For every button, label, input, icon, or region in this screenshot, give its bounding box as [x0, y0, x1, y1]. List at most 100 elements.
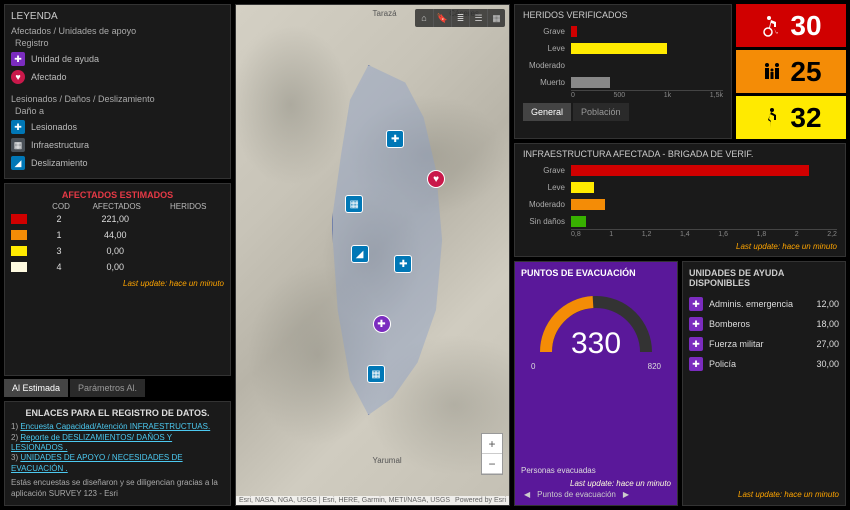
- table-row: 40,00: [11, 259, 224, 275]
- gauge: 330: [531, 282, 661, 362]
- gauge-value: 330: [531, 327, 661, 361]
- bar-row: Leve: [523, 182, 837, 193]
- zoom-in-button[interactable]: +: [482, 434, 502, 454]
- stat-cards: 30 25 32: [736, 4, 846, 139]
- estimados-panel: AFECTADOS ESTIMADOS CODAFECTADOSHERIDOS …: [4, 183, 231, 376]
- bar-label: Sin daños: [523, 217, 565, 226]
- bar-fill: [571, 216, 586, 227]
- gauge-sublabel: Personas evacuadas: [521, 466, 671, 475]
- injured-icon: ✚: [11, 120, 25, 134]
- legend-item: ♥Afectado: [11, 68, 224, 86]
- unit-icon: ✚: [689, 357, 703, 371]
- group2-title: Lesionados / Daños / Deslizamiento: [11, 94, 224, 104]
- unit-icon: ✚: [689, 337, 703, 351]
- legend-item: ▦Infraestructura: [11, 136, 224, 154]
- legend-icon[interactable]: ☰: [469, 9, 487, 27]
- link-unidades[interactable]: UNIDADES DE APOYO / NECESIDADES DE EVACU…: [11, 453, 183, 472]
- tab-general[interactable]: General: [523, 103, 571, 121]
- legend-title: LEYENDA: [11, 11, 224, 22]
- links-panel: ENLACES PARA EL REGISTRO DE DATOS. 1) En…: [4, 401, 231, 506]
- flag-icon: [11, 262, 27, 272]
- bar-fill: [571, 199, 605, 210]
- heart-icon: ♥: [11, 70, 25, 84]
- stat-walking: 32: [736, 96, 846, 139]
- unit-row: ✚Fuerza militar27,00: [689, 334, 839, 354]
- bar-row: Leve: [523, 43, 723, 54]
- bar-row: Grave: [523, 165, 837, 176]
- link-encuesta[interactable]: Encuesta Capacidad/Atención INFRAESTRUCT…: [20, 422, 210, 431]
- flag-icon: [11, 246, 27, 256]
- est-tabs: Al Estimada Parámetros Al.: [4, 379, 231, 397]
- unit-icon: ✚: [11, 52, 25, 66]
- legend-item: ✚Unidad de ayuda: [11, 50, 224, 68]
- link-reporte[interactable]: Reporte de DESLIZAMIENTOS/ DAÑOS Y LESIO…: [11, 433, 172, 452]
- next-button[interactable]: ▶: [620, 490, 632, 499]
- bar-fill: [571, 77, 610, 88]
- map-toolbar: ⌂ 🔖 ≣ ☰ ▦: [415, 9, 505, 27]
- group1-title: Afectados / Unidades de apoyo: [11, 26, 224, 36]
- landslide-icon: ◢: [11, 156, 25, 170]
- bar-fill: [571, 165, 809, 176]
- bookmark-icon[interactable]: 🔖: [433, 9, 451, 27]
- map-pin-landslide[interactable]: ◢: [351, 245, 369, 263]
- bar-row: Muerto: [523, 77, 723, 88]
- map-label: Tarazá: [373, 9, 397, 18]
- flag-icon: [11, 214, 27, 224]
- heridos-chart: HERIDOS VERIFICADOS Grave Leve Moderado Mue…: [514, 4, 732, 139]
- unit-row: ✚Adminis. emergencia12,00: [689, 294, 839, 314]
- stat-families: 25: [736, 50, 846, 93]
- update-text: Last update: hace un minuto: [523, 242, 837, 251]
- units-title: UNIDADES DE AYUDA DISPONIBLES: [689, 268, 839, 288]
- infra-chart: INFRAESTRUCTURA AFECTADA - Brigada de ve…: [514, 143, 846, 257]
- map-pin-injured[interactable]: ✚: [394, 255, 412, 273]
- basemap-icon[interactable]: ▦: [487, 9, 505, 27]
- stat-injured: 30: [736, 4, 846, 47]
- bar-label: Grave: [523, 27, 565, 36]
- bar-label: Moderado: [523, 200, 565, 209]
- table-row: 30,00: [11, 243, 224, 259]
- bar-row: Moderado: [523, 60, 723, 71]
- unit-row: ✚Policía30,00: [689, 354, 839, 374]
- chart-title: HERIDOS VERIFICADOS: [523, 10, 723, 20]
- unit-icon: ✚: [689, 297, 703, 311]
- building-icon: ▦: [11, 138, 25, 152]
- bar-label: Grave: [523, 166, 565, 175]
- unit-icon: ✚: [689, 317, 703, 331]
- map-attribution: Esri, NASA, NGA, USGS | Esri, HERE, Garm…: [236, 496, 509, 505]
- map-canvas[interactable]: Tarazá Cáceres Yarumal ⌂ 🔖 ≣ ☰ ▦ ✚ ♥ ▦ ◢…: [235, 4, 510, 506]
- tab-poblacion[interactable]: Población: [573, 103, 629, 121]
- zoom-out-button[interactable]: −: [482, 454, 502, 474]
- layers-icon[interactable]: ≣: [451, 9, 469, 27]
- bar-fill: [571, 43, 667, 54]
- map-pin[interactable]: ▦: [345, 195, 363, 213]
- map-pin[interactable]: ▦: [367, 365, 385, 383]
- update-text: Last update: hace un minuto: [689, 490, 839, 499]
- chart-title: INFRAESTRUCTURA AFECTADA - Brigada de ve…: [523, 149, 837, 159]
- group1-sub: Registro: [15, 38, 224, 48]
- home-icon[interactable]: ⌂: [415, 9, 433, 27]
- table-row: 144,00: [11, 227, 224, 243]
- bar-fill: [571, 26, 577, 37]
- estimados-header: CODAFECTADOSHERIDOS: [11, 202, 224, 211]
- family-icon: [760, 60, 784, 84]
- group2-sub: Daño a: [15, 106, 224, 116]
- bar-label: Muerto: [523, 78, 565, 87]
- links-title: ENLACES PARA EL REGISTRO DE DATOS.: [11, 408, 224, 418]
- bar-label: Leve: [523, 183, 565, 192]
- legend-panel: LEYENDA Afectados / Unidades de apoyo Re…: [4, 4, 231, 179]
- walking-icon: [760, 106, 784, 130]
- map-pin-affected[interactable]: ♥: [427, 170, 445, 188]
- evacuacion-panel: PUNTOS DE EVACUACIÓN 330 0820 Personas e…: [514, 261, 678, 506]
- bar-row: Moderado: [523, 199, 837, 210]
- bar-fill: [571, 182, 594, 193]
- tab-estimada[interactable]: Al Estimada: [4, 379, 68, 397]
- flag-icon: [11, 230, 27, 240]
- prev-button[interactable]: ◀: [521, 490, 533, 499]
- tab-parametros[interactable]: Parámetros Al.: [70, 379, 145, 397]
- map-pin-unit[interactable]: ✚: [373, 315, 391, 333]
- unit-row: ✚Bomberos18,00: [689, 314, 839, 334]
- map-pin-injured[interactable]: ✚: [386, 130, 404, 148]
- legend-item: ◢Deslizamiento: [11, 154, 224, 172]
- update-text: Last update: hace un minuto: [11, 279, 224, 288]
- gauge-nav: ◀ Puntos de evacuación ▶: [521, 490, 671, 499]
